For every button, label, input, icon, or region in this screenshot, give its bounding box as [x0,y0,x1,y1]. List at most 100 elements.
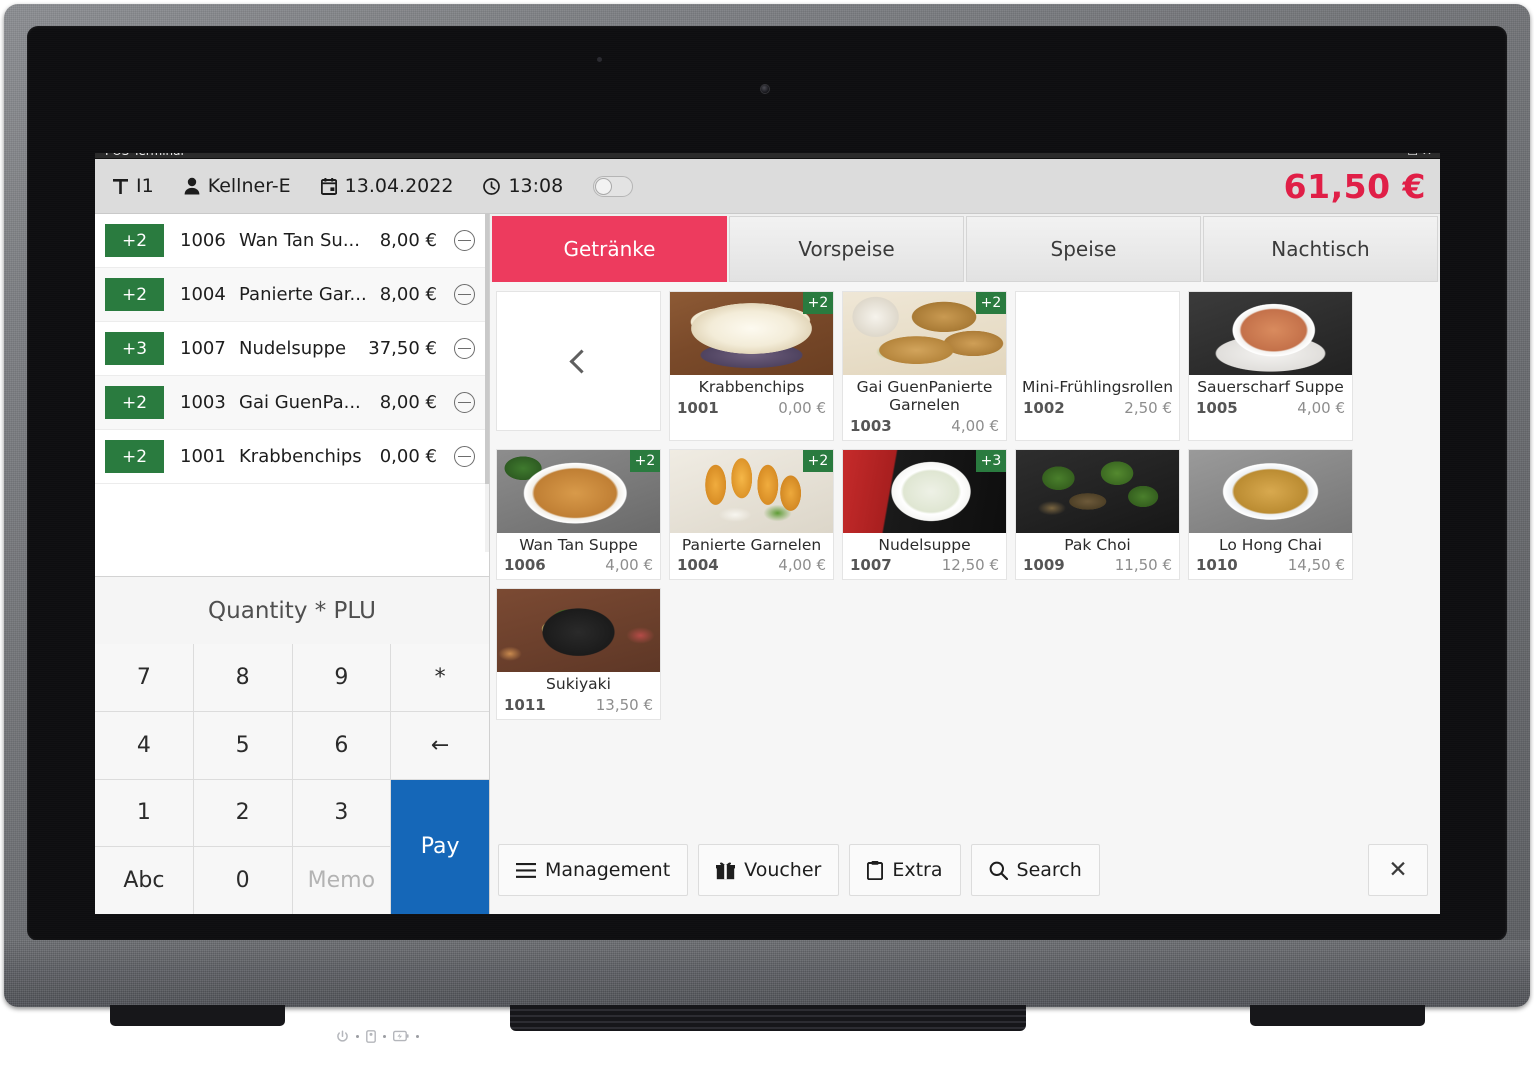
product-image [497,589,660,673]
window-titlebar[interactable]: POS Terminal – ☐ ✕ [95,153,1440,159]
product-price: 4,00 € [951,416,999,435]
product-name: Panierte Garnelen [681,535,822,554]
battery-icon [393,1030,409,1042]
hamburger-icon [516,862,536,878]
order-item-list[interactable]: +2 1006 Wan Tan Su... 8,00 € +2 1004 Panierte … [95,214,489,552]
product-price: 2,50 € [1124,398,1172,417]
key-star[interactable]: * [391,644,489,711]
scrollbar-thumb[interactable] [485,214,489,484]
key-3[interactable]: 3 [292,779,391,847]
close-icon[interactable]: ✕ [1368,844,1428,896]
minus-circle-icon[interactable] [454,284,475,305]
product-tile[interactable]: +2 Krabbenchips 1001 0,00 € [669,291,834,441]
voucher-button[interactable]: Voucher [698,844,840,896]
key-9[interactable]: 9 [292,644,391,711]
product-name: Nudelsuppe [878,535,971,554]
management-button[interactable]: Management [498,844,689,896]
order-row[interactable]: +3 1007 Nudelsuppe 37,50 € [95,322,489,376]
key-2[interactable]: 2 [193,779,292,847]
key-7[interactable]: 7 [95,644,193,711]
key-4[interactable]: 4 [95,711,193,779]
product-tile[interactable]: Mini-Frühlingsrollen 1002 2,50 € [1015,291,1180,441]
product-tile[interactable]: Sukiyaki 1011 13,50 € [496,588,661,721]
product-image: +2 [843,292,1006,375]
order-qty-badge[interactable]: +2 [105,278,164,311]
product-name: Lo Hong Chai [1219,535,1322,554]
order-row-name: Panierte Gar... [239,284,367,305]
product-plu: 1001 [677,398,719,417]
product-tile[interactable]: Pak Choi 1009 11,50 € [1015,448,1180,581]
category-tab-nachtisch[interactable]: Nachtisch [1203,216,1438,282]
date-indicator[interactable]: 13.04.2022 [320,175,454,197]
order-row[interactable]: +2 1004 Panierte Gar... 8,00 € [95,268,489,322]
product-name: Sukiyaki [546,675,611,694]
order-list-scrollbar[interactable] [485,214,489,552]
date-label: 13.04.2022 [344,175,454,197]
product-tile[interactable]: +2 Panierte Garnelen 1004 4,00 € [669,448,834,581]
laptop-foot-right [1250,1005,1425,1026]
chevron-left-icon [569,348,594,374]
product-meta: 1006 4,00 € [497,555,660,579]
order-row[interactable]: +2 1006 Wan Tan Su... 8,00 € [95,214,489,268]
product-image [1189,449,1352,533]
key-6[interactable]: 6 [292,711,391,779]
product-meta: 1001 0,00 € [670,398,833,422]
product-tile[interactable]: +3 Nudelsuppe 1007 12,50 € [842,448,1007,581]
product-price: 4,00 € [778,556,826,575]
product-tile[interactable]: Sauerscharf Suppe 1005 4,00 € [1188,291,1353,441]
product-tile[interactable]: +2 Wan Tan Suppe 1006 4,00 € [496,448,661,581]
product-meta: 1009 11,50 € [1016,555,1179,579]
key-5[interactable]: 5 [193,711,292,779]
order-row[interactable]: +2 1003 Gai GuenPa... 8,00 € [95,376,489,430]
order-qty-badge[interactable]: +3 [105,332,164,365]
minus-circle-icon[interactable] [454,338,475,359]
category-tab-bar: Getränke Vorspeise Speise Nachtisch [490,214,1440,282]
table-indicator[interactable]: I1 [113,175,154,197]
pay-button[interactable]: Pay [391,779,489,914]
product-image: +2 [670,449,833,533]
product-plu: 1003 [850,416,892,435]
order-qty-badge[interactable]: +2 [105,224,164,257]
product-qty-badge: +2 [803,292,833,314]
order-row-plu: 1004 [180,284,226,305]
order-qty-badge[interactable]: +2 [105,386,164,419]
toolbar-button-label: Management [545,859,671,881]
minus-circle-icon[interactable] [454,392,475,413]
key-back[interactable]: ← [391,711,489,779]
order-row-plu: 1001 [180,446,226,467]
product-qty-badge: +2 [630,449,660,472]
product-meta: 1010 14,50 € [1189,555,1352,579]
laptop-device: POS Terminal – ☐ ✕ I1 Kellner-E [0,0,1534,1080]
key-0[interactable]: 0 [193,847,292,914]
product-price: 14,50 € [1287,556,1345,575]
order-row-name: Wan Tan Su... [239,230,360,251]
extra-button[interactable]: Extra [849,844,961,896]
product-nav-prev-button[interactable] [496,291,661,431]
key-1[interactable]: 1 [95,779,193,847]
minus-circle-icon[interactable] [454,230,475,251]
order-row[interactable]: +2 1001 Krabbenchips 0,00 € [95,430,489,484]
category-tab-speise[interactable]: Speise [966,216,1201,282]
key-abc[interactable]: Abc [95,847,193,914]
order-qty-badge[interactable]: +2 [105,440,164,473]
product-tile[interactable]: +2 Gai GuenPanierte Garnelen 1003 4,00 € [842,291,1007,441]
product-tile[interactable]: Lo Hong Chai 1010 14,50 € [1188,448,1353,581]
product-plu: 1007 [850,556,892,575]
search-button[interactable]: Search [970,844,1100,896]
key-memo[interactable]: Memo [292,847,391,914]
time-indicator[interactable]: 13:08 [483,175,563,197]
laptop-foot-left [110,1005,285,1026]
toolbar-button-label: Voucher [744,859,822,881]
minus-circle-icon[interactable] [454,446,475,467]
category-tab-vorspeise[interactable]: Vorspeise [729,216,964,282]
key-8[interactable]: 8 [193,644,292,711]
category-tab-getr-nke[interactable]: Getränke [492,216,727,282]
product-price: 4,00 € [1297,398,1345,417]
user-indicator[interactable]: Kellner-E [184,175,291,197]
header-toggle-switch[interactable] [593,175,634,197]
toolbar-button-label: Extra [892,859,943,881]
window-title: POS Terminal [105,153,184,158]
numeric-keypad: 7 8 9 * 4 5 6 ← 1 2 3 Abc 0 Memo Pay [95,644,489,914]
product-meta: 1004 4,00 € [670,555,833,579]
window-controls[interactable]: – ☐ ✕ [1398,153,1432,158]
